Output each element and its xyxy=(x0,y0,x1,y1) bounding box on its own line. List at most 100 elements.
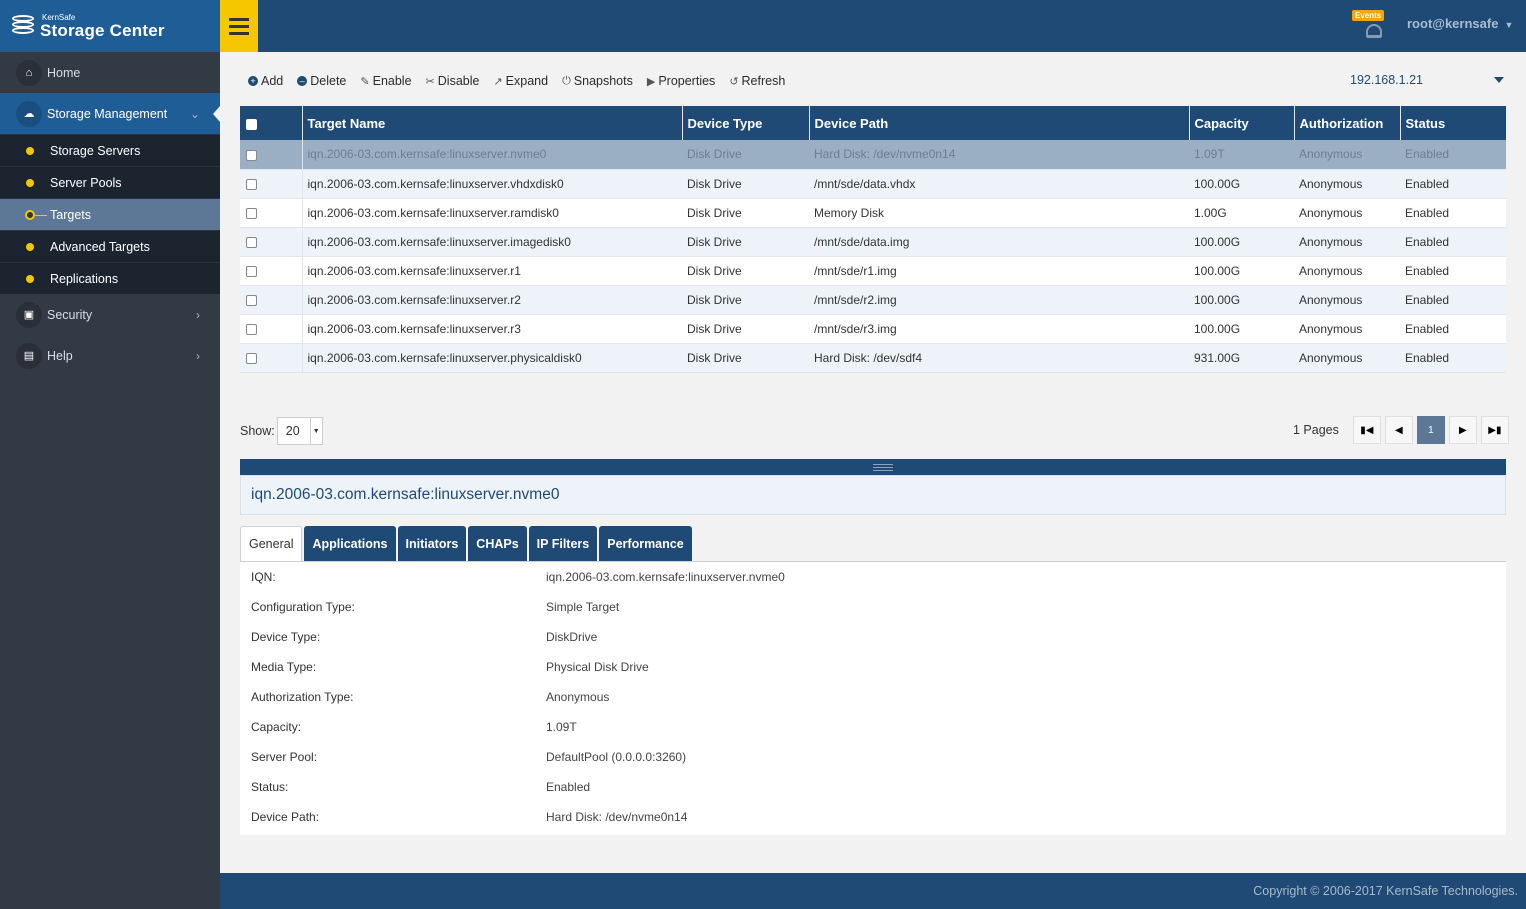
cloud-icon: ☁ xyxy=(16,100,42,127)
general-properties: IQN: iqn.2006-03.com.kernsafe:linuxserver… xyxy=(240,561,1506,835)
snapshots-button[interactable]: ⏻ Snapshots xyxy=(562,74,633,88)
main-content: + Add – Delete ✎ Enable ✂ Disable ↗ Expand ⏻ S… xyxy=(230,52,1526,873)
table-row[interactable]: iqn.2006-03.com.kernsafe:linuxserver.r1 … xyxy=(240,256,1506,286)
pagination: 1 Pages ▮◀ ◀ 1 ▶ ▶▮ xyxy=(1293,416,1509,444)
events-badge: Events xyxy=(1352,10,1385,21)
home-icon: ⌂ xyxy=(16,59,42,86)
power-icon: ⏻ xyxy=(562,74,571,87)
table-row[interactable]: iqn.2006-03.com.kernsafe:linuxserver.r3 … xyxy=(240,314,1506,344)
disable-button[interactable]: ✂ Disable xyxy=(426,74,480,88)
col-device-path[interactable]: Device Path xyxy=(809,106,1190,140)
prev-page-button[interactable]: ◀ xyxy=(1384,416,1413,444)
row-checkbox[interactable] xyxy=(240,314,303,344)
row-checkbox[interactable] xyxy=(240,285,303,315)
sidebar-item-advanced-targets[interactable]: Advanced Targets xyxy=(0,230,220,262)
page-size-control: Show: 20 ▼ xyxy=(240,417,323,445)
storage-logo-icon xyxy=(10,15,36,37)
tab-initiators[interactable]: Initiators xyxy=(397,526,467,561)
property-row: Configuration Type: Simple Target xyxy=(251,600,620,614)
scissors-icon: ✂ xyxy=(425,75,435,88)
sidebar-item-storage-management[interactable]: ☁ Storage Management ⌄ xyxy=(0,93,220,134)
table-row[interactable]: iqn.2006-03.com.kernsafe:linuxserver.ima… xyxy=(240,227,1506,257)
property-row: Device Type: DiskDrive xyxy=(251,630,598,644)
drag-handle-icon[interactable] xyxy=(873,464,893,473)
table-row[interactable]: iqn.2006-03.com.kernsafe:linuxserver.r2 … xyxy=(240,285,1506,315)
sidebar-item-storage-servers[interactable]: Storage Servers xyxy=(0,134,220,166)
tab-general[interactable]: General xyxy=(240,526,303,561)
col-authorization[interactable]: Authorization xyxy=(1294,106,1401,140)
sidebar-item-replications[interactable]: Replications xyxy=(0,262,220,294)
row-checkbox[interactable] xyxy=(240,256,303,286)
page-size-select[interactable]: 20 ▼ xyxy=(276,417,323,445)
enable-button[interactable]: ✎ Enable xyxy=(360,74,411,88)
row-checkbox[interactable] xyxy=(240,343,303,373)
sidebar-item-help[interactable]: ▤ Help › xyxy=(0,335,220,376)
next-page-button[interactable]: ▶ xyxy=(1448,416,1477,444)
targets-table: Target Name Device Type Device Path Capa… xyxy=(240,106,1506,373)
sidebar-item-label: Storage Management xyxy=(47,106,168,121)
table-row[interactable]: iqn.2006-03.com.kernsafe:linuxserver.ram… xyxy=(240,198,1506,228)
user-menu[interactable]: root@kernsafe ▼ xyxy=(1407,16,1513,31)
footer: Copyright © 2006-2017 KernSafe Technolog… xyxy=(220,873,1526,909)
col-device-type[interactable]: Device Type xyxy=(682,106,810,140)
detail-title: iqn.2006-03.com.kernsafe:linuxserver.nvm… xyxy=(240,475,1506,515)
tab-ip-filters[interactable]: IP Filters xyxy=(528,526,598,561)
sidebar-item-label: Targets xyxy=(50,207,91,222)
sidebar-item-server-pools[interactable]: Server Pools xyxy=(0,166,220,198)
delete-button[interactable]: – Delete xyxy=(297,74,346,88)
events-button[interactable]: Events xyxy=(1352,8,1392,40)
caret-down-icon[interactable] xyxy=(1494,77,1504,83)
col-status[interactable]: Status xyxy=(1400,106,1506,140)
chevron-right-icon: › xyxy=(196,307,200,322)
tab-applications[interactable]: Applications xyxy=(304,526,396,561)
sidebar-item-security[interactable]: ▣ Security › xyxy=(0,294,220,335)
top-bar: Events root@kernsafe ▼ xyxy=(220,0,1526,52)
show-label: Show: xyxy=(240,424,275,438)
sidebar-item-home[interactable]: ⌂ Home xyxy=(0,52,220,93)
property-row: IQN: iqn.2006-03.com.kernsafe:linuxserver… xyxy=(251,570,785,584)
property-row: Capacity: 1.09T xyxy=(251,720,577,734)
caret-down-icon: ▼ xyxy=(309,418,322,444)
last-page-button[interactable]: ▶▮ xyxy=(1480,416,1509,444)
bell-icon xyxy=(1366,24,1382,38)
menu-toggle-button[interactable] xyxy=(220,0,258,52)
row-checkbox[interactable] xyxy=(240,198,303,228)
table-row[interactable]: iqn.2006-03.com.kernsafe:linuxserver.phy… xyxy=(240,343,1506,373)
property-row: Media Type: Physical Disk Drive xyxy=(251,660,649,674)
sidebar-item-label: Server Pools xyxy=(50,175,122,190)
properties-button[interactable]: ▶ Properties xyxy=(647,74,715,88)
first-page-button[interactable]: ▮◀ xyxy=(1352,416,1381,444)
table-row[interactable]: iqn.2006-03.com.kernsafe:linuxserver.nvm… xyxy=(240,140,1506,170)
user-name: root@kernsafe xyxy=(1407,16,1499,31)
col-capacity[interactable]: Capacity xyxy=(1189,106,1295,140)
add-button[interactable]: + Add xyxy=(248,74,283,88)
row-checkbox[interactable] xyxy=(240,169,303,199)
table-header-row: Target Name Device Type Device Path Capa… xyxy=(240,106,1506,140)
plus-icon: + xyxy=(248,76,258,86)
caret-down-icon: ▼ xyxy=(1504,20,1514,30)
chevron-right-icon: › xyxy=(196,348,200,363)
col-target-name[interactable]: Target Name xyxy=(302,106,683,140)
row-checkbox[interactable] xyxy=(240,140,303,170)
bullet-icon xyxy=(26,243,34,251)
tab-chaps[interactable]: CHAPs xyxy=(468,526,527,561)
sidebar: KernSafe Storage Center ⌂ Home ☁ Storage… xyxy=(0,0,220,909)
sidebar-item-targets[interactable]: Targets xyxy=(0,198,220,230)
pages-count: 1 Pages xyxy=(1293,423,1339,437)
brand[interactable]: KernSafe Storage Center xyxy=(0,0,220,52)
page-1-button[interactable]: 1 xyxy=(1416,416,1445,444)
select-all-checkbox[interactable] xyxy=(240,106,303,140)
table-row[interactable]: iqn.2006-03.com.kernsafe:linuxserver.vhd… xyxy=(240,169,1506,199)
brand-name: Storage Center xyxy=(40,20,165,40)
server-select[interactable]: 192.168.1.21 xyxy=(1350,73,1423,87)
refresh-button[interactable]: ↺ Refresh xyxy=(729,74,785,88)
bullet-icon xyxy=(26,179,34,187)
chevron-down-icon: ⌄ xyxy=(189,106,200,121)
property-row: Authorization Type: Anonymous xyxy=(251,690,610,704)
expand-icon: ↗ xyxy=(493,75,503,88)
row-checkbox[interactable] xyxy=(240,227,303,257)
panel-splitter[interactable] xyxy=(240,459,1506,475)
expand-button[interactable]: ↗ Expand xyxy=(493,74,548,88)
sidebar-item-label: Security xyxy=(47,307,93,322)
tab-performance[interactable]: Performance xyxy=(599,526,692,561)
